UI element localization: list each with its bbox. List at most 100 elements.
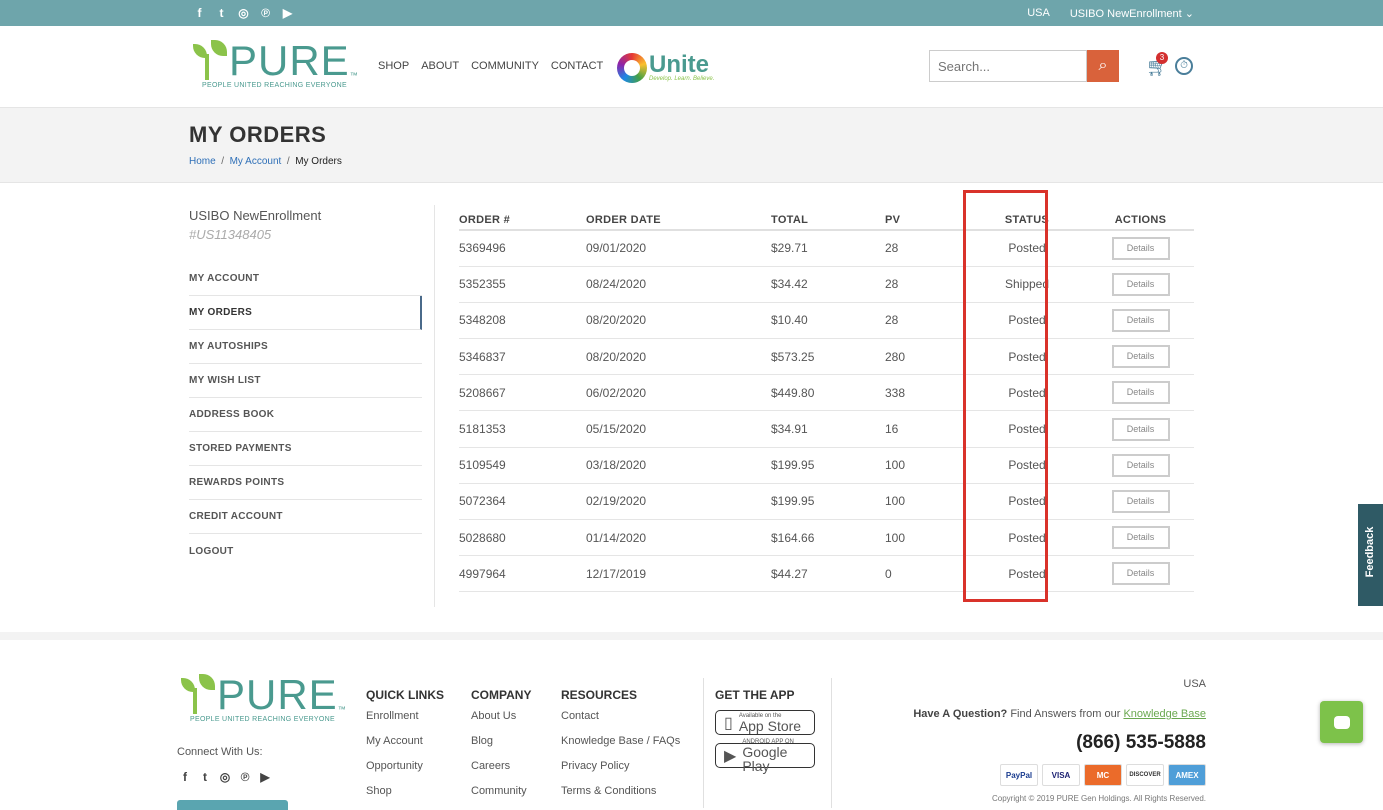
resources-column: RESOURCES Contact Knowledge Base / FAQs …: [561, 688, 680, 810]
user-id: #US11348405: [189, 227, 272, 242]
quick-links-column: QUICK LINKS Enrollment My Account Opport…: [366, 688, 444, 810]
footer-link-community[interactable]: Community: [471, 785, 531, 810]
chat-button[interactable]: [1320, 701, 1363, 743]
instagram-icon[interactable]: ◎: [219, 770, 231, 784]
sidebar-item-credit-account[interactable]: CREDIT ACCOUNT: [189, 500, 422, 534]
footer-logo-tagline: PEOPLE UNITED REACHING EVERYONE: [190, 716, 335, 723]
app-store-button[interactable]: ▯ Available on the App Store: [715, 710, 815, 735]
footer-link-enrollment[interactable]: Enrollment: [366, 710, 444, 735]
nav-contact[interactable]: CONTACT: [551, 60, 603, 72]
footer-link-my-account[interactable]: My Account: [366, 735, 444, 760]
instagram-icon[interactable]: ◎: [237, 6, 250, 20]
details-button[interactable]: Details: [1111, 562, 1170, 586]
details-button[interactable]: Details: [1111, 236, 1170, 260]
breadcrumb-my-account[interactable]: My Account: [230, 156, 282, 167]
details-button[interactable]: Details: [1111, 272, 1170, 296]
order-total: $449.80: [771, 374, 885, 412]
details-button[interactable]: Details: [1111, 308, 1170, 332]
sidebar-item-logout[interactable]: LOGOUT: [189, 534, 422, 568]
search-button[interactable]: ⌕: [1087, 50, 1119, 82]
youtube-icon[interactable]: ▶: [259, 770, 271, 784]
order-number: 5352355: [459, 266, 586, 303]
details-button[interactable]: Details: [1111, 453, 1170, 477]
google-play-button[interactable]: ▶ ANDROID APP ON Google Play: [715, 739, 815, 773]
nav-community[interactable]: COMMUNITY: [471, 60, 539, 72]
col-total: TOTAL: [771, 205, 885, 231]
help-question-text: Find Answers from our: [1007, 708, 1124, 720]
feedback-tab[interactable]: Feedback: [1358, 504, 1383, 606]
sidebar-item-address-book[interactable]: ADDRESS BOOK: [189, 398, 422, 432]
footer-link-knowledge-base[interactable]: Knowledge Base / FAQs: [561, 735, 680, 760]
unite-logo[interactable]: Unite Develop. Learn. Believe.: [617, 53, 714, 83]
play-icon: ▶: [724, 747, 737, 765]
company-title: COMPANY: [471, 688, 532, 702]
breadcrumb-separator: /: [286, 156, 290, 167]
knowledge-base-link[interactable]: Knowledge Base: [1123, 708, 1206, 720]
order-pv: 28: [885, 266, 967, 303]
footer-logo[interactable]: PURE ™ PEOPLE UNITED REACHING EVERYONE: [177, 674, 346, 723]
details-button[interactable]: Details: [1111, 526, 1170, 550]
sidebar-item-stored-payments[interactable]: STORED PAYMENTS: [189, 432, 422, 466]
order-number: 5072364: [459, 483, 586, 521]
order-total: $29.71: [771, 230, 885, 267]
order-pv: 0: [885, 555, 967, 593]
order-total: $199.95: [771, 483, 885, 521]
sidebar-item-rewards-points[interactable]: REWARDS POINTS: [189, 466, 422, 500]
google-play-label: Google Play: [742, 743, 788, 774]
footer-link-opportunity[interactable]: Opportunity: [366, 760, 444, 785]
mastercard-icon: MC: [1084, 764, 1122, 786]
sidebar-item-my-orders[interactable]: MY ORDERS: [189, 296, 422, 330]
order-date: 02/19/2020: [586, 483, 771, 521]
details-button[interactable]: Details: [1111, 417, 1170, 441]
page-title: MY ORDERS: [189, 122, 327, 147]
search-input[interactable]: [929, 50, 1087, 82]
clock-icon[interactable]: ⏱: [1175, 57, 1193, 75]
chat-bubble-icon: [1333, 715, 1350, 729]
footer-link-about-us[interactable]: About Us: [471, 710, 531, 735]
breadcrumb-home[interactable]: Home: [189, 156, 216, 167]
pure-logo[interactable]: PURE ™ PEOPLE UNITED REACHING EVERYONE: [189, 40, 358, 89]
nav-shop[interactable]: SHOP: [378, 60, 409, 72]
col-order-number: ORDER #: [459, 205, 586, 231]
details-button[interactable]: Details: [1111, 381, 1170, 405]
footer-divider: [831, 678, 832, 808]
sidebar-item-my-wish-list[interactable]: MY WISH LIST: [189, 364, 422, 398]
nav-about[interactable]: ABOUT: [421, 60, 459, 72]
order-actions: Details: [1087, 410, 1194, 448]
order-total: $10.40: [771, 302, 885, 340]
facebook-icon[interactable]: f: [179, 770, 191, 784]
quick-links-title: QUICK LINKS: [366, 688, 444, 702]
table-header-row: ORDER # ORDER DATE TOTAL PV STATUS ACTIO…: [459, 205, 1194, 231]
phone-number[interactable]: (866) 535-5888: [913, 732, 1206, 754]
order-pv: 338: [885, 374, 967, 412]
footer-link-careers[interactable]: Careers: [471, 760, 531, 785]
order-total: $34.91: [771, 410, 885, 448]
footer-link-blog[interactable]: Blog: [471, 735, 531, 760]
order-actions: Details: [1087, 483, 1194, 521]
col-order-date: ORDER DATE: [586, 205, 771, 231]
footer-link-shop[interactable]: Shop: [366, 785, 444, 810]
facebook-icon[interactable]: f: [193, 6, 206, 20]
footer-action-button[interactable]: [177, 800, 288, 810]
footer-country[interactable]: USA: [913, 678, 1206, 690]
details-button[interactable]: Details: [1111, 345, 1170, 369]
footer-link-contact[interactable]: Contact: [561, 710, 680, 735]
visa-icon: VISA: [1042, 764, 1080, 786]
youtube-icon[interactable]: ▶: [281, 6, 294, 20]
pinterest-icon[interactable]: ℗: [259, 6, 272, 20]
footer-link-terms[interactable]: Terms & Conditions: [561, 785, 680, 810]
twitter-icon[interactable]: t: [215, 6, 228, 20]
company-column: COMPANY About Us Blog Careers Community: [471, 688, 531, 810]
order-total: $573.25: [771, 338, 885, 376]
footer-link-privacy[interactable]: Privacy Policy: [561, 760, 680, 785]
table-row: 5369496 09/01/2020 $29.71 28 Posted Details: [459, 230, 1194, 267]
order-actions: Details: [1087, 555, 1194, 593]
logo-word: PURE: [229, 37, 350, 84]
pinterest-icon[interactable]: ℗: [239, 770, 251, 784]
country-selector[interactable]: USA: [1027, 7, 1050, 20]
sidebar-item-my-account[interactable]: MY ACCOUNT: [189, 262, 422, 296]
sidebar-item-my-autoships[interactable]: MY AUTOSHIPS: [189, 330, 422, 364]
account-dropdown[interactable]: USIBO NewEnrollment ⌄: [1070, 7, 1194, 20]
details-button[interactable]: Details: [1111, 489, 1170, 513]
twitter-icon[interactable]: t: [199, 770, 211, 784]
